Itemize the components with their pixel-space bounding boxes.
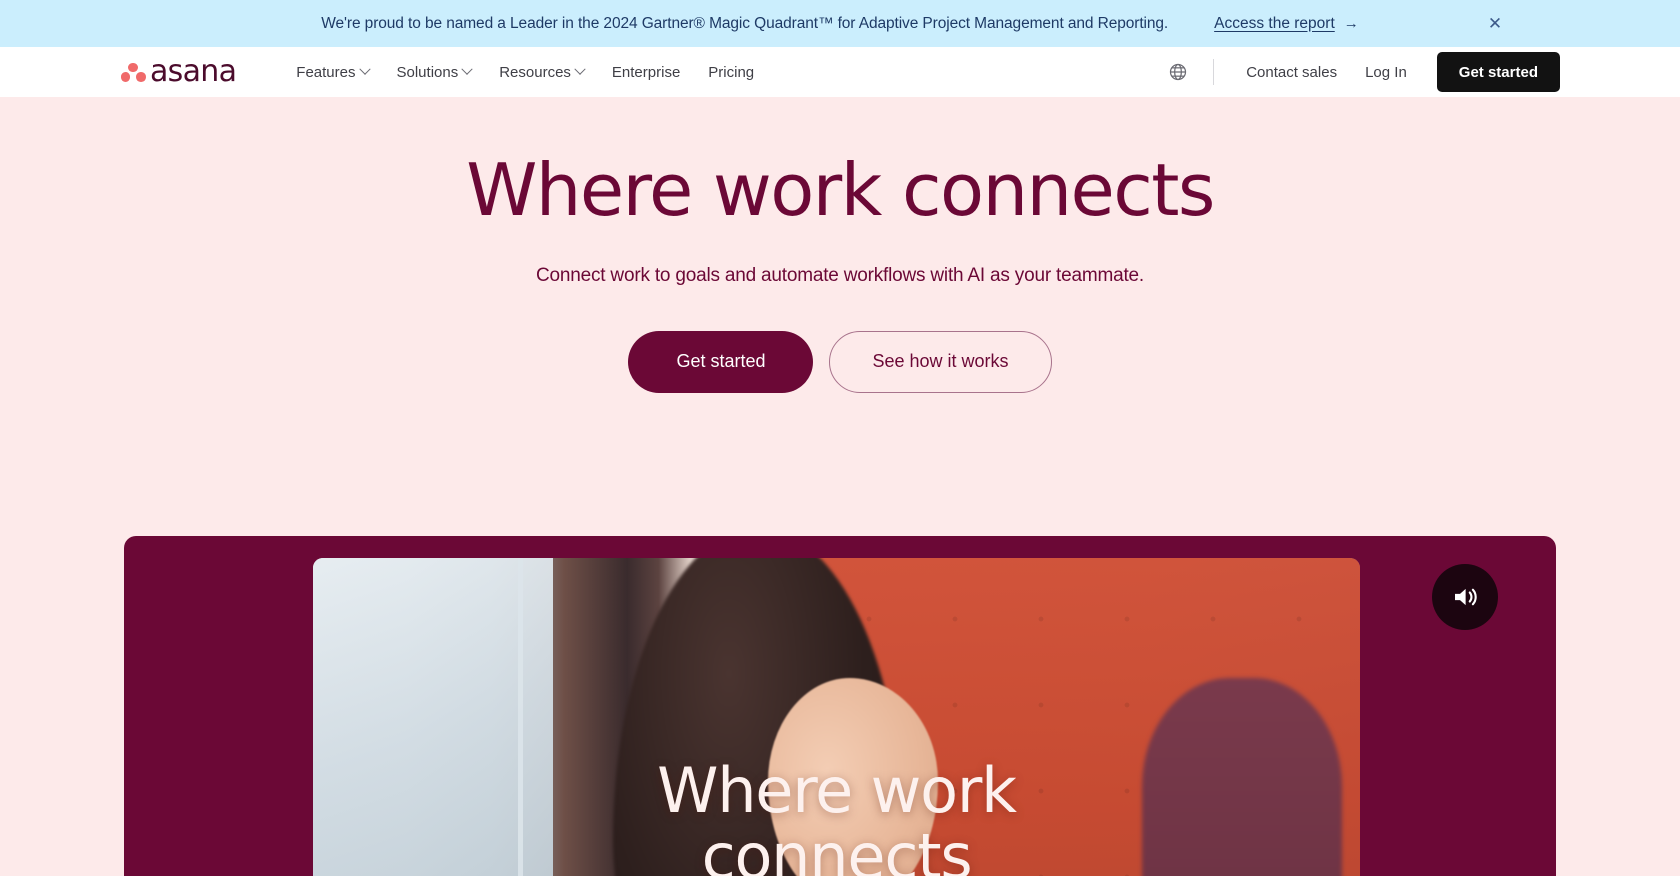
nav-item-enterprise[interactable]: Enterprise: [598, 58, 694, 87]
nav-item-label: Features: [296, 63, 356, 81]
access-report-link[interactable]: Access the report →: [1214, 15, 1359, 33]
get-started-button[interactable]: Get started: [1436, 52, 1560, 92]
video-caption-line-1: Where work: [657, 754, 1017, 827]
chevron-down-icon: [461, 63, 473, 75]
hero-content: Where work connects Connect work to goal…: [0, 97, 1680, 393]
nav-item-label: Enterprise: [611, 63, 681, 81]
hero-get-started-button[interactable]: Get started: [628, 330, 814, 393]
video-caption-line-2: connects: [701, 819, 973, 876]
arrow-right-icon: →: [1343, 15, 1359, 32]
nav-item-label: Solutions: [396, 63, 459, 81]
nav-item-label: Resources: [499, 63, 571, 81]
chevron-down-icon: [358, 63, 371, 75]
page-title: Where work connects: [466, 148, 1215, 232]
hero-video-card[interactable]: Where work connects: [124, 536, 1556, 876]
asana-logo[interactable]: asana: [120, 54, 237, 89]
access-report-label: Access the report: [1214, 14, 1335, 32]
header-divider: [1213, 59, 1215, 85]
contact-sales-link[interactable]: Contact sales: [1232, 58, 1351, 87]
primary-navigation: Features Solutions Resources Enterprise …: [282, 58, 768, 87]
log-in-link[interactable]: Log In: [1351, 58, 1421, 87]
asana-dots-icon: [120, 61, 146, 83]
globe-icon[interactable]: [1161, 55, 1195, 89]
volume-on-icon[interactable]: [1432, 564, 1498, 630]
nav-item-features[interactable]: Features: [282, 58, 382, 87]
video-caption: Where work connects: [313, 758, 1360, 876]
nav-item-resources[interactable]: Resources: [485, 58, 598, 87]
nav-item-pricing[interactable]: Pricing: [694, 58, 768, 87]
nav-item-label: Pricing: [708, 63, 755, 81]
close-icon[interactable]: ✕: [1482, 11, 1508, 37]
hero-subtitle: Connect work to goals and automate workf…: [535, 264, 1145, 286]
hero-section: Where work connects Connect work to goal…: [0, 97, 1680, 876]
hero-cta-group: Get started See how it works: [0, 330, 1680, 393]
nav-item-solutions[interactable]: Solutions: [383, 58, 486, 87]
site-header: asana Features Solutions Resources Enter…: [0, 47, 1680, 97]
chevron-down-icon: [574, 63, 586, 75]
hero-video-frame[interactable]: Where work connects: [313, 558, 1360, 876]
announcement-text: We're proud to be named a Leader in the …: [321, 14, 1169, 32]
see-how-it-works-button[interactable]: See how it works: [829, 330, 1052, 393]
header-actions: Contact sales Log In Get started: [1161, 52, 1560, 92]
asana-wordmark: asana: [150, 54, 237, 89]
announcement-banner: We're proud to be named a Leader in the …: [0, 0, 1680, 47]
